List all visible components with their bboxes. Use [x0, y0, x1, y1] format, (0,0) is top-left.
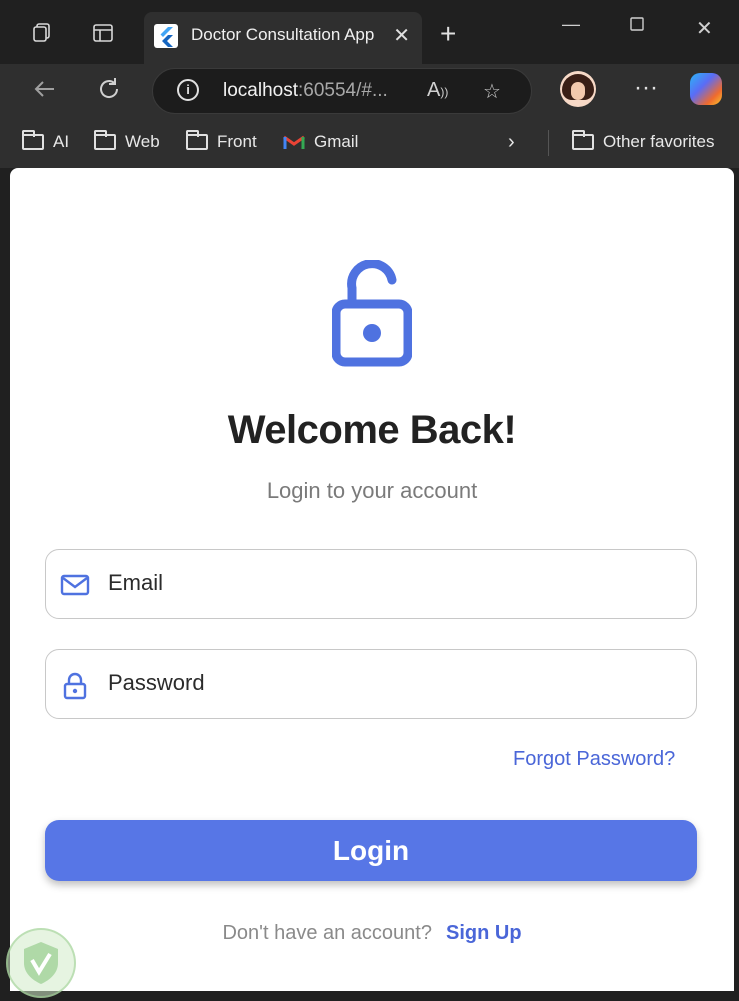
email-field[interactable]: [45, 549, 697, 619]
close-tab-icon[interactable]: ✕: [393, 24, 410, 48]
workspaces-icon[interactable]: [27, 18, 57, 48]
copilot-icon[interactable]: [690, 73, 722, 105]
folder-icon: [572, 130, 594, 150]
new-tab-icon[interactable]: +: [440, 20, 456, 48]
forgot-password-link[interactable]: Forgot Password?: [513, 748, 675, 771]
folder-icon: [186, 130, 208, 150]
page-subtitle: Login to your account: [266, 478, 478, 503]
flutter-icon: [154, 24, 178, 48]
lock-icon: [60, 670, 90, 700]
unlock-icon: [331, 259, 413, 368]
no-account-text: Don't have an account?: [222, 922, 432, 944]
browser-chrome: Doctor Consultation App ✕ + — ✕ i localh…: [0, 0, 739, 168]
read-aloud-icon[interactable]: A)): [427, 79, 448, 102]
maximize-icon[interactable]: [629, 16, 645, 37]
tab-title: Doctor Consultation App: [191, 25, 375, 44]
divider: [548, 130, 549, 156]
site-info-icon[interactable]: i: [177, 79, 199, 101]
close-window-icon[interactable]: ✕: [696, 16, 713, 41]
background-editor-strip: [0, 168, 10, 1000]
email-input[interactable]: [108, 550, 668, 616]
favorite-star-icon[interactable]: ☆: [483, 79, 501, 104]
password-input[interactable]: [108, 650, 668, 716]
login-page: Welcome Back! Login to your account Forg…: [10, 168, 734, 991]
active-tab[interactable]: Doctor Consultation App ✕: [144, 12, 422, 64]
folder-icon: [22, 130, 44, 150]
tab-bar: Doctor Consultation App ✕ + — ✕: [0, 0, 739, 64]
sign-up-link[interactable]: Sign Up: [446, 922, 522, 944]
refresh-icon[interactable]: [96, 76, 122, 109]
password-field[interactable]: [45, 649, 697, 719]
profile-avatar[interactable]: [560, 71, 596, 107]
url-text: localhost:60554/#...: [223, 80, 388, 101]
bookmark-ai[interactable]: AI: [22, 130, 69, 154]
login-button[interactable]: Login: [45, 820, 697, 881]
mail-icon: [60, 570, 90, 600]
folder-icon: [94, 130, 116, 150]
navigation-bar: i localhost:60554/#... A)) ☆ ···: [0, 64, 739, 118]
bookmarks-bar: AI Web Front Gmail › Other favorites: [0, 118, 739, 168]
bookmark-gmail[interactable]: Gmail: [283, 130, 358, 154]
bookmark-other-favorites[interactable]: Other favorites: [572, 130, 715, 154]
signup-row: Don't have an account? Sign Up: [10, 922, 734, 945]
bookmark-web[interactable]: Web: [94, 130, 160, 154]
page-title: Welcome Back!: [227, 408, 517, 452]
address-bar[interactable]: i localhost:60554/#... A)) ☆: [152, 68, 532, 114]
tab-actions-icon[interactable]: [88, 18, 118, 48]
back-icon[interactable]: [32, 76, 58, 109]
bookmark-front[interactable]: Front: [186, 130, 257, 154]
minimize-icon[interactable]: —: [562, 14, 580, 35]
more-bookmarks-chevron-icon[interactable]: ›: [508, 130, 515, 154]
gmail-icon: [283, 134, 305, 150]
shield-watermark-icon: [6, 928, 76, 998]
more-menu-icon[interactable]: ···: [634, 74, 658, 102]
